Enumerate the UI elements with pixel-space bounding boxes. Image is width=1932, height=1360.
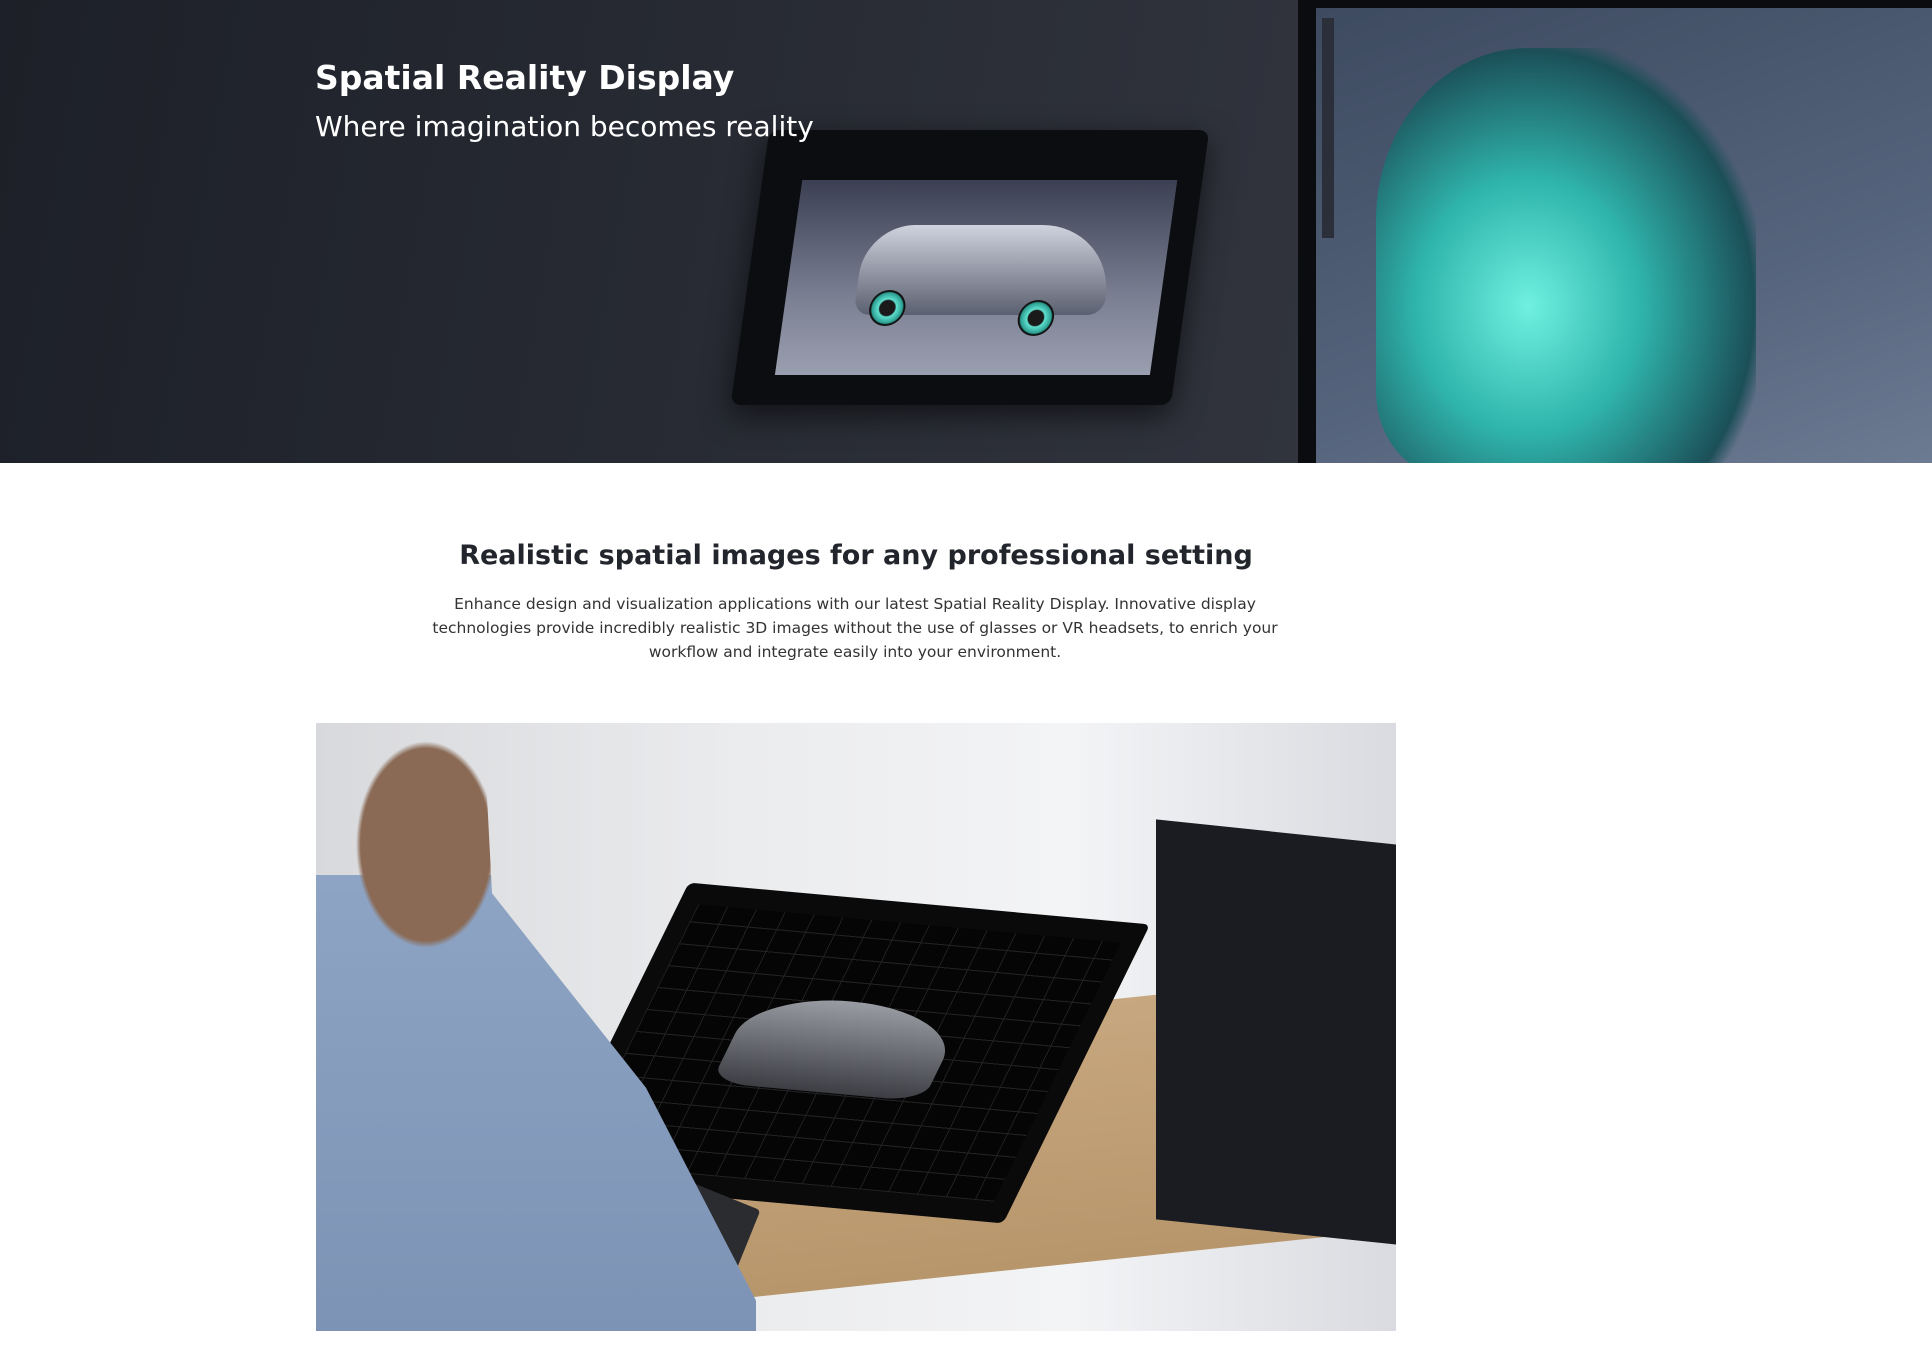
cad-toolbar-image — [1322, 18, 1334, 238]
hero-tablet-image — [730, 130, 1210, 405]
engine-model-image — [1376, 48, 1756, 463]
monitor-screen — [1316, 8, 1932, 463]
hero-title: Spatial Reality Display — [315, 58, 735, 97]
hero-subtitle: Where imagination becomes reality — [315, 110, 814, 143]
workspace-photo — [316, 723, 1396, 1331]
section-title: Realistic spatial images for any profess… — [459, 540, 1253, 571]
tablet-screen — [774, 180, 1178, 375]
hero-banner: Spatial Reality Display Where imaginatio… — [0, 0, 1932, 463]
hero-monitor-image — [1298, 0, 1932, 463]
section-description: Enhance design and visualization applica… — [432, 595, 1278, 661]
side-monitor — [1156, 819, 1396, 1247]
